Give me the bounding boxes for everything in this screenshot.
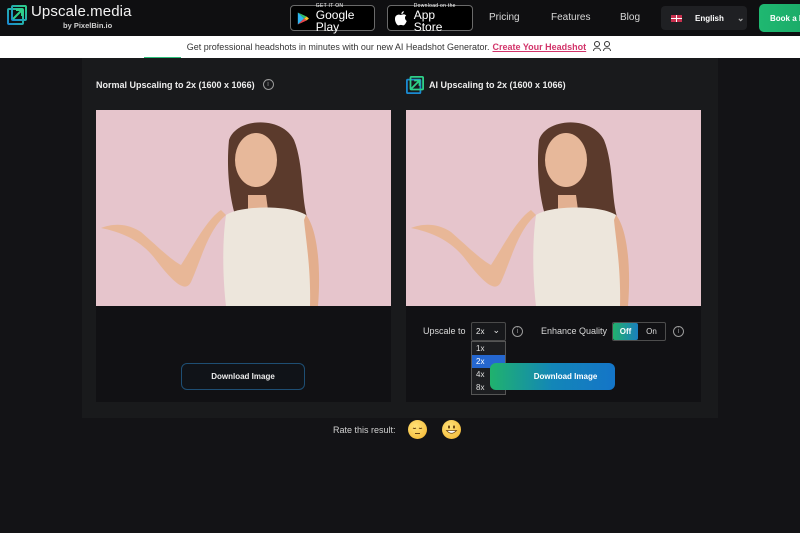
download-normal-image-button[interactable]: Download Image — [181, 363, 305, 390]
enhance-quality-toggle[interactable]: Off On — [612, 322, 666, 341]
normal-upscaling-title: Normal Upscaling to 2x (1600 x 1066) i — [96, 79, 274, 90]
person-icon — [593, 41, 612, 52]
brand-sub: by PixelBin.io — [63, 21, 113, 30]
apple-icon — [394, 11, 407, 26]
brand-name: Upscale.media — [31, 3, 132, 20]
normal-upscaled-image — [96, 110, 391, 306]
info-icon[interactable]: i — [262, 79, 274, 90]
promo-banner: Get professional headshots in minutes wi… — [0, 36, 800, 58]
banner-text: Get professional headshots in minutes wi… — [186, 42, 490, 52]
google-play-big-text: Google Play — [315, 8, 355, 34]
upscale-logo-icon — [406, 76, 424, 94]
toggle-off-option[interactable]: Off — [613, 323, 638, 340]
app-store-big-text: App Store — [413, 8, 443, 34]
logo[interactable]: Upscale.media by PixelBin.io — [7, 4, 132, 30]
toggle-on-option[interactable]: On — [638, 323, 665, 340]
nav-pricing[interactable]: Pricing — [489, 12, 520, 23]
happy-face-icon[interactable] — [442, 420, 461, 439]
uk-flag-icon — [671, 14, 682, 22]
sad-face-icon[interactable] — [408, 420, 427, 439]
ai-upscaling-title-text: AI Upscaling to 2x (1600 x 1066) — [429, 80, 566, 90]
option-1x[interactable]: 1x — [472, 342, 505, 355]
upscale-info-icon[interactable]: i — [512, 326, 523, 337]
app-store-button[interactable]: Download on the App Store — [387, 3, 473, 34]
language-selector[interactable]: English ⌄ — [661, 6, 747, 30]
upscale-logo-icon — [7, 5, 27, 25]
chevron-down-icon: ⌄ — [492, 325, 500, 335]
nav-blog[interactable]: Blog — [620, 12, 640, 23]
ai-result-panel — [406, 110, 701, 402]
book-demo-button[interactable]: Book a Demo — [759, 4, 800, 32]
top-navbar: Upscale.media by PixelBin.io GET IT ON G… — [0, 0, 800, 36]
upscale-factor-select[interactable]: 2x ⌄ — [471, 322, 506, 341]
ai-upscaling-title: AI Upscaling to 2x (1600 x 1066) — [406, 76, 566, 94]
upscale-selected-value: 2x — [476, 327, 485, 336]
google-play-icon — [297, 12, 309, 24]
enhance-info-icon[interactable]: i — [673, 326, 684, 337]
create-headshot-link[interactable]: Create Your Headshot — [492, 42, 586, 52]
nav-features[interactable]: Features — [551, 12, 590, 23]
enhance-quality-label: Enhance Quality — [541, 326, 608, 336]
language-label: English — [695, 13, 724, 23]
chevron-down-icon: ⌄ — [736, 12, 745, 23]
ai-upscaled-image — [406, 110, 701, 306]
normal-upscaling-title-text: Normal Upscaling to 2x (1600 x 1066) — [96, 79, 255, 90]
normal-result-panel — [96, 110, 391, 402]
headshot-icons — [593, 41, 613, 53]
rate-label: Rate this result: — [333, 425, 396, 435]
download-ai-image-button[interactable]: Download Image — [490, 363, 615, 390]
upscale-to-label: Upscale to — [423, 326, 466, 336]
google-play-button[interactable]: GET IT ON Google Play — [290, 3, 375, 34]
